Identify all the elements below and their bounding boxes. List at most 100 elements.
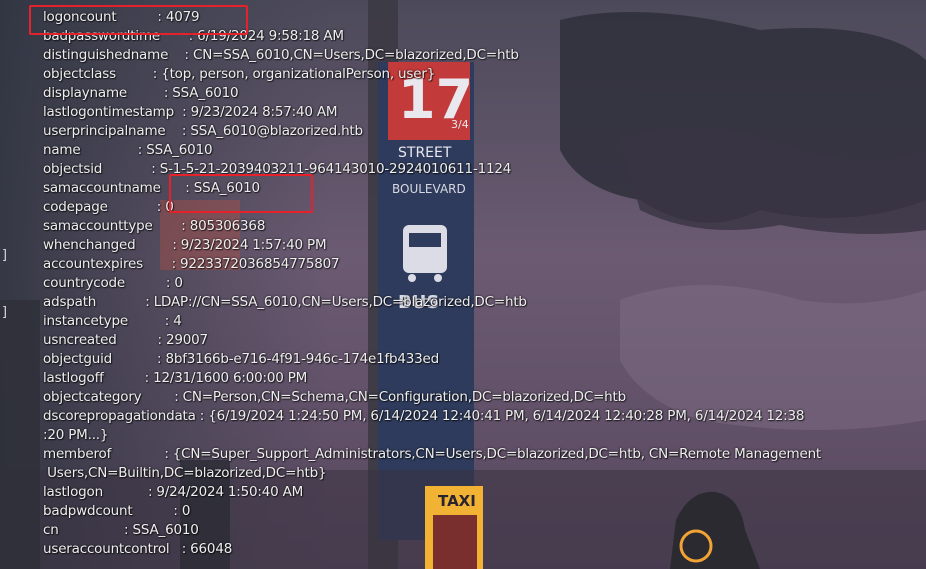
- property-line-codepage: codepage : 0: [43, 198, 903, 217]
- property-line-objectguid: objectguid : 8bf3166b-e716-4f91-946c-174…: [43, 350, 903, 369]
- property-separator: :: [102, 161, 160, 177]
- property-line-dscorepropagationdata: dscorepropagationdata : {6/19/2024 1:24:…: [43, 407, 903, 445]
- property-key: samaccounttype: [43, 218, 153, 234]
- property-value: 12/31/1600 6:00:00 PM: [153, 370, 308, 386]
- property-line-objectcategory: objectcategory : CN=Person,CN=Schema,CN=…: [43, 388, 903, 407]
- property-value: 9/23/2024 1:57:40 PM: [180, 237, 327, 253]
- property-separator: :: [124, 275, 175, 291]
- property-line-distinguishedname: distinguishedname : CN=SSA_6010,CN=Users…: [43, 46, 903, 65]
- property-separator: :: [173, 104, 191, 120]
- property-line-accountexpires: accountexpires : 9223372036854775807: [43, 255, 903, 274]
- property-line-lastlogontimestamp: lastlogontimestamp : 9/23/2024 8:57:40 A…: [43, 103, 903, 122]
- edge-bracket-glyph: ]: [1, 248, 9, 263]
- property-line-lastlogoff: lastlogoff : 12/31/1600 6:00:00 PM: [43, 369, 903, 388]
- property-value: 9/23/2024 8:57:40 AM: [190, 104, 338, 120]
- property-separator: :: [142, 256, 181, 272]
- ldap-properties-output: logoncount : 4079 badpasswordtime : 6/19/…: [43, 8, 903, 559]
- property-separator: :: [112, 351, 166, 367]
- property-separator: :: [127, 313, 174, 329]
- property-line-name: name : SSA_6010: [43, 141, 903, 160]
- property-value: CN=SSA_6010,CN=Users,DC=blazorized,DC=ht…: [193, 47, 519, 63]
- property-value: 66048: [190, 541, 233, 557]
- property-value: SSA_6010: [193, 180, 260, 196]
- property-separator: :: [58, 522, 133, 538]
- property-value: {top, person, organizationalPerson, user…: [161, 66, 436, 82]
- property-key: whenchanged: [43, 237, 136, 253]
- property-separator: :: [132, 503, 182, 519]
- property-key: samaccountname: [43, 180, 161, 196]
- property-key: badpwdcount: [43, 503, 133, 519]
- property-separator: :: [169, 541, 191, 557]
- property-separator: :: [135, 237, 181, 253]
- property-key: lastlogon: [43, 484, 103, 500]
- property-key: badpasswordtime: [43, 28, 161, 44]
- property-value: S-1-5-21-2039403211-964143010-2924010611…: [159, 161, 512, 177]
- property-value: SSA_6010: [146, 142, 213, 158]
- property-separator: :: [96, 294, 154, 310]
- property-separator: :: [80, 142, 147, 158]
- property-separator: :: [160, 180, 194, 196]
- property-line-objectsid: objectsid : S-1-5-21-2039403211-96414301…: [43, 160, 903, 179]
- property-line-objectclass: objectclass : {top, person, organization…: [43, 65, 903, 84]
- property-key: accountexpires: [43, 256, 143, 272]
- property-separator: :: [115, 66, 162, 82]
- property-value: 8bf3166b-e716-4f91-946c-174e1fb433ed: [165, 351, 440, 367]
- property-line-displayname: displayname : SSA_6010: [43, 84, 903, 103]
- property-line-useraccountcontrol: useraccountcontrol : 66048: [43, 540, 903, 559]
- property-key: lastlogoff: [43, 370, 104, 386]
- property-value: LDAP://CN=SSA_6010,CN=Users,DC=blazorize…: [153, 294, 527, 310]
- property-separator: :: [141, 389, 183, 405]
- property-value: SSA_6010: [132, 522, 199, 538]
- property-value: CN=Person,CN=Schema,CN=Configuration,DC=…: [182, 389, 627, 405]
- property-key: logoncount: [43, 9, 117, 25]
- property-line-samaccountname: samaccountname : SSA_6010: [43, 179, 903, 198]
- property-separator: :: [103, 370, 154, 386]
- property-separator: :: [116, 332, 166, 348]
- property-value: 9223372036854775807: [180, 256, 340, 272]
- property-line-adspath: adspath : LDAP://CN=SSA_6010,CN=Users,DC…: [43, 293, 903, 312]
- property-value: 6/19/2024 9:58:18 AM: [197, 28, 344, 44]
- property-key: name: [43, 142, 81, 158]
- property-line-lastlogon: lastlogon : 9/24/2024 1:50:40 AM: [43, 483, 903, 502]
- property-value: 0: [165, 199, 174, 215]
- property-key: lastlogontimestamp: [43, 104, 174, 120]
- property-value: 29007: [165, 332, 208, 348]
- property-key: userprincipalname: [43, 123, 166, 139]
- property-separator: :: [127, 85, 173, 101]
- property-key: objectsid: [43, 161, 103, 177]
- property-value: 4079: [165, 9, 200, 25]
- property-separator: :: [116, 9, 166, 25]
- edge-bracket-glyph: ]: [1, 305, 9, 320]
- property-key: objectguid: [43, 351, 113, 367]
- property-line-usncreated: usncreated : 29007: [43, 331, 903, 350]
- property-key: objectcategory: [43, 389, 142, 405]
- property-value: 0: [174, 275, 183, 291]
- property-value: 805306368: [189, 218, 266, 234]
- property-line-instancetype: instancetype : 4: [43, 312, 903, 331]
- property-line-whenchanged: whenchanged : 9/23/2024 1:57:40 PM: [43, 236, 903, 255]
- property-line-countrycode: countrycode : 0: [43, 274, 903, 293]
- property-line-memberof: memberof : {CN=Super_Support_Administrat…: [43, 445, 903, 483]
- property-key: memberof: [43, 446, 112, 462]
- property-key: usncreated: [43, 332, 117, 348]
- property-key: instancetype: [43, 313, 128, 329]
- property-line-badpasswordtime: badpasswordtime : 6/19/2024 9:58:18 AM: [43, 27, 903, 46]
- property-key: countrycode: [43, 275, 125, 291]
- property-value: 0: [181, 503, 191, 519]
- property-separator: :: [102, 484, 157, 500]
- property-separator: :: [195, 408, 209, 424]
- property-value: 9/24/2024 1:50:40 AM: [156, 484, 304, 500]
- property-line-badpwdcount: badpwdcount : 0: [43, 502, 903, 521]
- property-value: 4: [173, 313, 182, 329]
- property-separator: :: [111, 446, 173, 462]
- property-line-logoncount: logoncount : 4079: [43, 8, 903, 27]
- property-separator: :: [168, 47, 193, 63]
- property-line-samaccounttype: samaccounttype : 805306368: [43, 217, 903, 236]
- property-value: SSA_6010@blazorized.htb: [190, 123, 363, 139]
- property-value: SSA_6010: [172, 85, 239, 101]
- property-key: codepage: [43, 199, 108, 215]
- property-key: useraccountcontrol: [43, 541, 170, 557]
- property-key: distinguishedname: [43, 47, 169, 63]
- property-separator: :: [165, 123, 191, 139]
- property-separator: :: [160, 28, 198, 44]
